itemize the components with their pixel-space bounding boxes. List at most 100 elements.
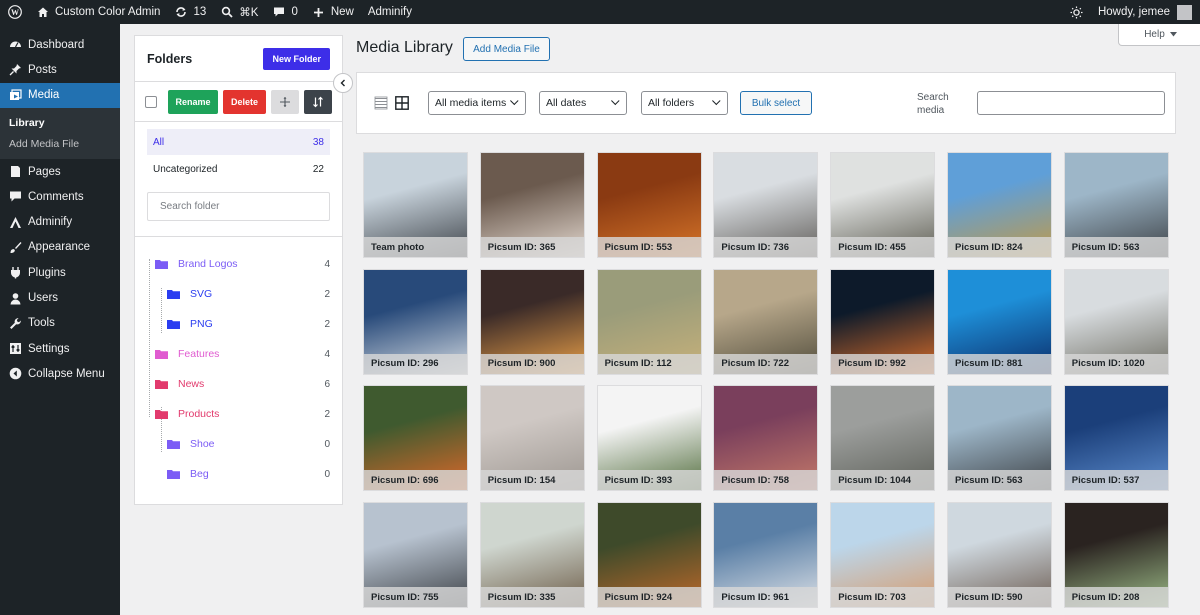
media-tile[interactable]: Picsum ID: 455: [830, 152, 936, 258]
comments-link[interactable]: 0: [265, 0, 304, 24]
sidebar-item-label: Settings: [28, 342, 70, 355]
media-caption: Picsum ID: 563: [1064, 237, 1168, 257]
media-tile[interactable]: Picsum ID: 703: [830, 502, 936, 609]
site-name-link[interactable]: Custom Color Admin: [29, 0, 167, 24]
bulk-select-button[interactable]: Bulk select: [740, 91, 812, 115]
folder-tree: Brand Logos 4 SVG 2 PNG 2 Features 4 News 6 Produc…: [135, 237, 342, 489]
sidebar-item-media[interactable]: Media: [0, 82, 120, 108]
refresh-icon: [174, 5, 188, 19]
folder-tree-count: 4: [324, 258, 330, 270]
folders-panel: Folders New Folder Rename Delete All 38 …: [134, 35, 343, 505]
media-caption: Picsum ID: 563: [948, 470, 1051, 491]
sidebar-item-settings[interactable]: Settings: [0, 336, 120, 361]
list-view-icon[interactable]: [374, 96, 388, 110]
sidebar-item-comments[interactable]: Comments: [0, 184, 120, 209]
help-tab-button[interactable]: Help: [1118, 24, 1200, 46]
folder-tree-item[interactable]: SVG 2: [149, 279, 330, 309]
media-tile[interactable]: Picsum ID: 1020: [1063, 268, 1169, 375]
media-tile[interactable]: Picsum ID: 824: [947, 152, 1052, 258]
sidebar-item-users[interactable]: Users: [0, 285, 120, 310]
sidebar-item-collapse-menu[interactable]: Collapse Menu: [0, 361, 120, 386]
folder-all[interactable]: All 38: [147, 129, 330, 155]
media-tile[interactable]: Picsum ID: 112: [596, 268, 702, 375]
media-tile[interactable]: Picsum ID: 154: [479, 385, 585, 492]
add-media-file-button[interactable]: Add Media File: [463, 37, 550, 61]
media-tile[interactable]: Picsum ID: 393: [596, 385, 702, 492]
media-tile[interactable]: Picsum ID: 992: [830, 268, 936, 375]
sidebar-item-label: Plugins: [28, 266, 66, 279]
folder-icon: [155, 259, 168, 269]
media-type-select[interactable]: All media items: [428, 91, 526, 115]
sidebar-item-label: Collapse Menu: [28, 367, 105, 380]
media-tile[interactable]: Picsum ID: 755: [363, 502, 468, 609]
media-tile[interactable]: Picsum ID: 563: [1063, 152, 1169, 258]
select-all-checkbox[interactable]: [145, 95, 157, 108]
media-tile[interactable]: Picsum ID: 335: [479, 502, 585, 609]
media-caption: Picsum ID: 992: [831, 353, 935, 374]
media-caption: Picsum ID: 1020: [1064, 353, 1168, 374]
media-caption: Picsum ID: 296: [364, 353, 467, 374]
folder-tree-item[interactable]: Brand Logos 4: [149, 249, 330, 279]
move-button[interactable]: [271, 89, 299, 114]
sort-button[interactable]: [304, 89, 332, 114]
grid-view-icon[interactable]: [395, 96, 409, 110]
folder-tree-item[interactable]: Shoe 0: [149, 429, 330, 459]
wordpress-logo-icon[interactable]: W: [0, 0, 29, 24]
sidebar-item-dashboard[interactable]: Dashboard: [0, 32, 120, 57]
wrench-icon: [8, 316, 22, 330]
media-tile[interactable]: Picsum ID: 563: [947, 385, 1052, 492]
folders-value: All folders: [648, 97, 695, 109]
media-tile[interactable]: Picsum ID: 590: [947, 502, 1052, 609]
folder-tree-label: News: [178, 378, 205, 390]
folder-tree-item[interactable]: Beg 0: [149, 459, 330, 489]
media-tile[interactable]: Picsum ID: 722: [713, 268, 819, 375]
media-tile[interactable]: Picsum ID: 881: [947, 268, 1052, 375]
media-caption: Picsum ID: 154: [480, 470, 584, 491]
media-tile[interactable]: Picsum ID: 1044: [830, 385, 936, 492]
dates-select[interactable]: All dates: [539, 91, 627, 115]
collapse-panel-button[interactable]: [333, 73, 353, 93]
search-media-input[interactable]: [977, 91, 1165, 115]
folder-icon: [155, 379, 168, 389]
submenu-item-add-media-file[interactable]: Add Media File: [0, 134, 120, 155]
folder-tree-item[interactable]: News 6: [149, 369, 330, 399]
media-tile[interactable]: Picsum ID: 900: [479, 268, 585, 375]
folder-icon: [155, 409, 168, 419]
sidebar-item-plugins[interactable]: Plugins: [0, 260, 120, 285]
folder-tree-item[interactable]: Features 4: [149, 339, 330, 369]
folders-select[interactable]: All folders: [641, 91, 728, 115]
media-tile[interactable]: Picsum ID: 553: [596, 152, 702, 258]
media-tile[interactable]: Picsum ID: 696: [363, 385, 468, 492]
media-tile[interactable]: Picsum ID: 296: [363, 268, 468, 375]
new-folder-button[interactable]: New Folder: [263, 47, 330, 70]
media-tile[interactable]: Picsum ID: 736: [713, 152, 819, 258]
media-tile[interactable]: Picsum ID: 961: [713, 502, 819, 609]
rename-button[interactable]: Rename: [168, 89, 218, 114]
search-folder-input[interactable]: Search folder: [147, 192, 330, 221]
updates-link[interactable]: 13: [167, 0, 213, 24]
sidebar-item-pages[interactable]: Pages: [0, 159, 120, 184]
submenu-item-library[interactable]: Library: [0, 113, 120, 134]
folder-tree-item[interactable]: Products 2: [149, 399, 330, 429]
media-tile[interactable]: Picsum ID: 365: [479, 152, 585, 258]
comments-count: 0: [291, 6, 298, 18]
sidebar-item-posts[interactable]: Posts: [0, 57, 120, 82]
media-tile[interactable]: Picsum ID: 537: [1063, 385, 1169, 492]
sidebar-item-appearance[interactable]: Appearance: [0, 235, 120, 260]
page-icon: [8, 165, 22, 179]
comment-icon: [8, 190, 22, 204]
media-tile[interactable]: Picsum ID: 208: [1063, 502, 1169, 609]
delete-button[interactable]: Delete: [223, 89, 266, 114]
folders-title: Folders: [147, 51, 193, 66]
search-link[interactable]: ⌘K: [213, 0, 265, 24]
sidebar-item-label: Appearance: [28, 241, 91, 254]
sidebar-item-adminify[interactable]: Adminify: [0, 209, 120, 234]
media-tile[interactable]: Team photo: [363, 152, 468, 258]
plus-icon: [312, 5, 326, 19]
media-tile[interactable]: Picsum ID: 924: [596, 502, 702, 609]
media-tile[interactable]: Picsum ID: 758: [713, 385, 819, 492]
new-content-link[interactable]: New: [305, 0, 361, 24]
folder-tree-item[interactable]: PNG 2: [149, 309, 330, 339]
folder-uncategorized[interactable]: Uncategorized 22: [147, 156, 330, 182]
sidebar-item-tools[interactable]: Tools: [0, 311, 120, 336]
